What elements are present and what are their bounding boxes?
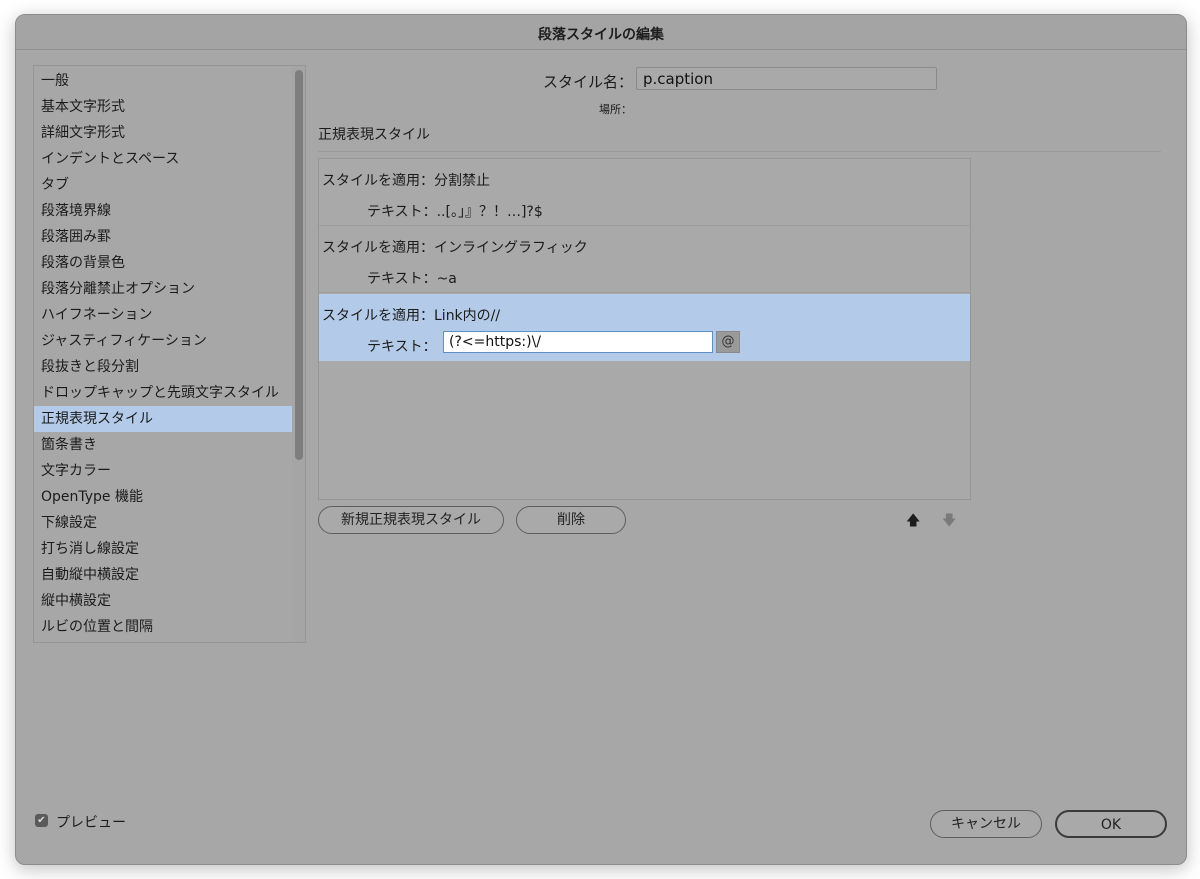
sidebar-item-span-columns[interactable]: 段抜きと段分割: [34, 354, 292, 380]
sidebar-scrollbar[interactable]: [292, 66, 305, 642]
sidebar-item-underline-options[interactable]: 下線設定: [34, 510, 292, 536]
move-up-icon[interactable]: 🡅: [906, 510, 920, 534]
sidebar-item-paragraph-border[interactable]: 段落囲み罫: [34, 224, 292, 250]
sidebar-item-strikethrough-options[interactable]: 打ち消し線設定: [34, 536, 292, 562]
title-bar[interactable]: 段落スタイルの編集: [16, 15, 1186, 50]
preview-label[interactable]: プレビュー: [56, 812, 126, 832]
sidebar-item-character-color[interactable]: 文字カラー: [34, 458, 292, 484]
sidebar-item-keep-options[interactable]: 段落分離禁止オプション: [34, 276, 292, 302]
new-grep-style-button[interactable]: 新規正規表現スタイル: [318, 506, 504, 534]
style-name-label: スタイル名：: [543, 73, 634, 91]
sidebar-item-tate-chu-yoko[interactable]: 縦中横設定: [34, 588, 292, 614]
grep-rules-list: スタイルを適用：分割禁止 テキスト：..[。」』？！…]?$ スタイルを適用：イ…: [318, 158, 971, 500]
sidebar-item-paragraph-rules[interactable]: 段落境界線: [34, 198, 292, 224]
sidebar-item-general[interactable]: 一般: [34, 68, 292, 94]
sidebar-scroll-thumb[interactable]: [295, 70, 303, 460]
grep-rule-item[interactable]: スタイルを適用：分割禁止 テキスト：..[。」』？！…]?$: [319, 159, 970, 226]
sidebar-item-grep-styles[interactable]: 正規表現スタイル: [34, 406, 292, 432]
paragraph-style-dialog: 段落スタイルの編集 一般 基本文字形式 詳細文字形式 インデントとスペース タブ…: [15, 14, 1187, 865]
grep-rule-item[interactable]: スタイルを適用：インライングラフィック テキスト：~a: [319, 226, 970, 293]
ok-button[interactable]: OK: [1055, 810, 1167, 838]
sidebar-item-ruby-position[interactable]: ルビの位置と間隔: [34, 614, 292, 640]
section-divider: [318, 151, 1161, 152]
section-title: 正規表現スタイル: [318, 127, 430, 143]
sidebar-item-basic-character-formats[interactable]: 基本文字形式: [34, 94, 292, 120]
style-name-input[interactable]: [636, 67, 937, 90]
sidebar-item-drop-caps[interactable]: ドロップキャップと先頭文字スタイル: [34, 380, 292, 406]
rule-style-label[interactable]: スタイルを適用：インライングラフィック: [322, 237, 588, 257]
move-down-icon[interactable]: 🡇: [942, 510, 956, 534]
sidebar-item-indents-and-spacing[interactable]: インデントとスペース: [34, 146, 292, 172]
cancel-button[interactable]: キャンセル: [930, 810, 1042, 838]
rule-text-label[interactable]: テキスト：..[。」』？！…]?$: [367, 201, 543, 221]
sidebar-item-justification[interactable]: ジャスティフィケーション: [34, 328, 292, 354]
sidebar-item-hyphenation[interactable]: ハイフネーション: [34, 302, 292, 328]
sidebar-item-bullets-and-numbering[interactable]: 箇条書き: [34, 432, 292, 458]
rule-text-input[interactable]: [443, 331, 713, 353]
delete-button[interactable]: 削除: [516, 506, 626, 534]
rule-text-label[interactable]: テキスト：~a: [367, 268, 457, 288]
special-characters-button[interactable]: @: [716, 331, 740, 353]
category-list: 一般 基本文字形式 詳細文字形式 インデントとスペース タブ 段落境界線 段落囲…: [33, 65, 306, 643]
sidebar-item-tabs[interactable]: タブ: [34, 172, 292, 198]
sidebar-item-auto-tate-chu-yoko[interactable]: 自動縦中横設定: [34, 562, 292, 588]
preview-checkbox[interactable]: ✔: [35, 814, 48, 827]
sidebar-item-opentype-features[interactable]: OpenType 機能: [34, 484, 292, 510]
sidebar-item-advanced-character-formats[interactable]: 詳細文字形式: [34, 120, 292, 146]
sidebar-item-paragraph-shading[interactable]: 段落の背景色: [34, 250, 292, 276]
rule-text-label: テキスト：: [367, 339, 437, 355]
location-label: 場所：: [599, 103, 632, 116]
rule-style-label[interactable]: スタイルを適用：分割禁止: [322, 170, 490, 190]
rule-style-label[interactable]: スタイルを適用：Link内の//: [322, 305, 500, 325]
window-title: 段落スタイルの編集: [538, 27, 664, 43]
grep-rule-item-selected[interactable]: スタイルを適用：Link内の// テキスト： @: [319, 294, 970, 361]
